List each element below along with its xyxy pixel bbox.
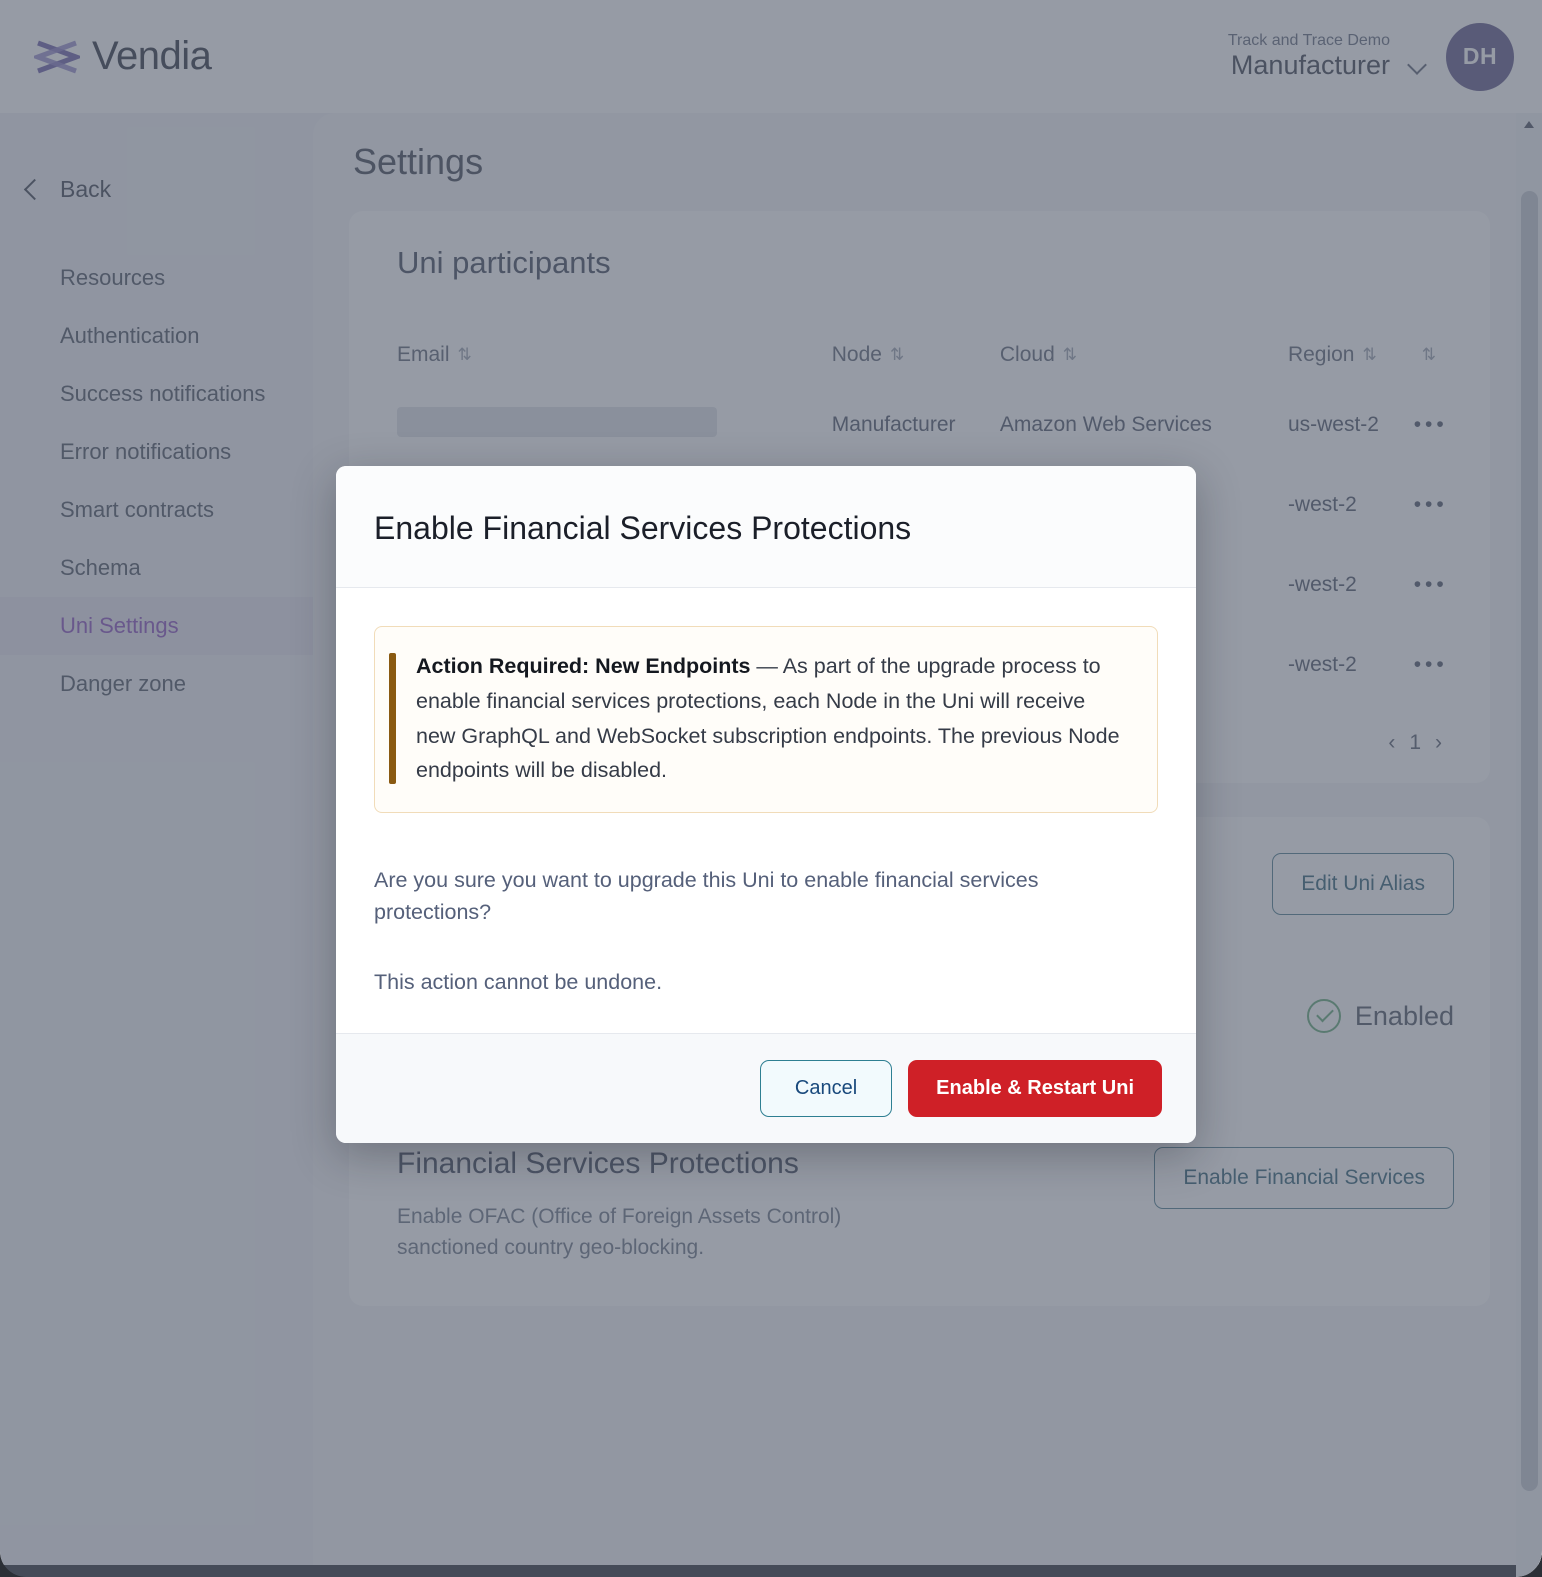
action-required-alert: Action Required: New Endpoints — As part… xyxy=(374,626,1158,814)
alert-text: Action Required: New Endpoints — As part… xyxy=(416,649,1133,788)
modal-question: Are you sure you want to upgrade this Un… xyxy=(374,868,1039,925)
enable-restart-uni-button[interactable]: Enable & Restart Uni xyxy=(908,1059,1162,1117)
modal-title: Enable Financial Services Protections xyxy=(374,510,912,546)
alert-accent-bar xyxy=(389,653,396,785)
enable-financial-services-modal: Enable Financial Services Protections Ac… xyxy=(336,466,1196,1143)
modal-footer: Cancel Enable & Restart Uni xyxy=(336,1032,1196,1143)
modal-body: Action Required: New Endpoints — As part… xyxy=(336,588,1196,1033)
modal-warning: This action cannot be undone. xyxy=(374,969,663,994)
cancel-button[interactable]: Cancel xyxy=(759,1059,893,1117)
app-window: Vendia Track and Trace Demo Manufacturer… xyxy=(0,0,1542,1577)
alert-strong: Action Required: New Endpoints xyxy=(416,654,751,678)
modal-header: Enable Financial Services Protections xyxy=(336,466,1196,588)
